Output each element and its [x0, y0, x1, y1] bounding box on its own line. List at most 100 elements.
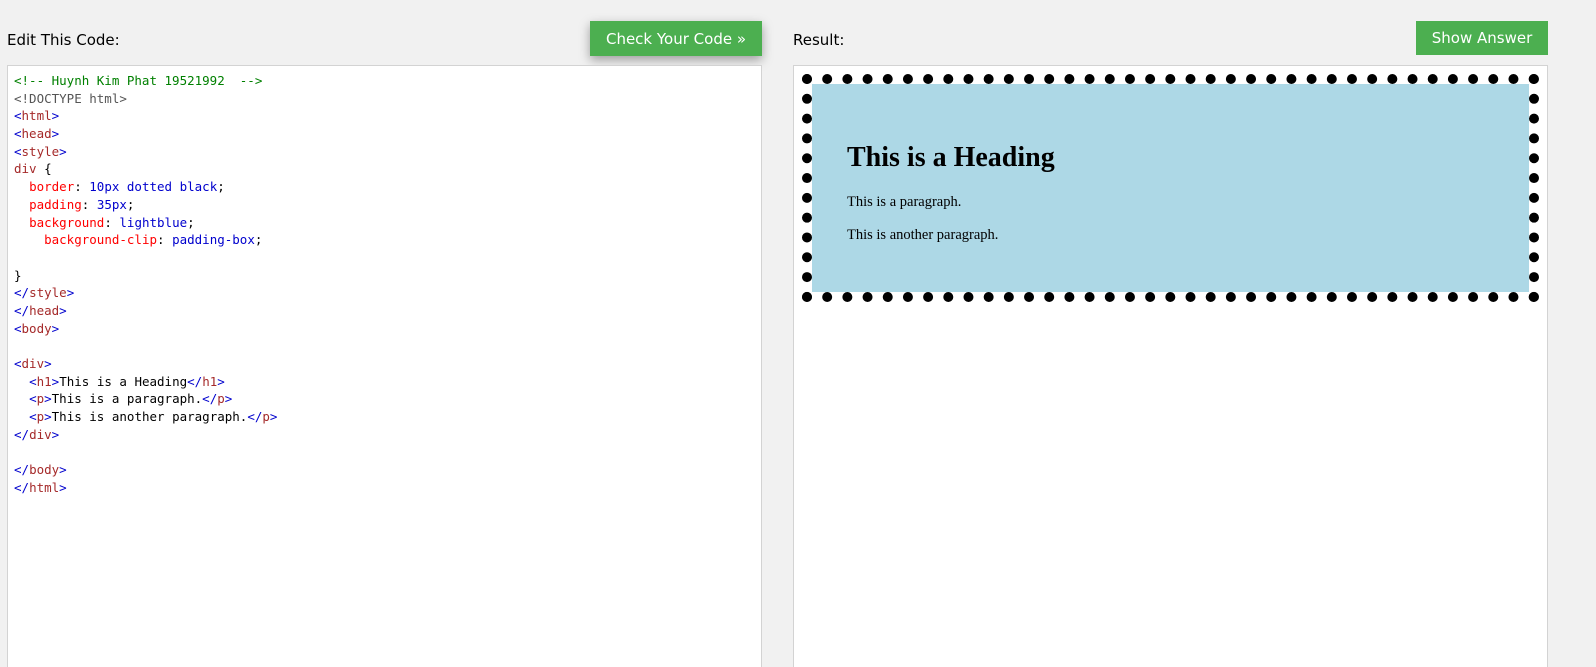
code-token: <	[14, 126, 22, 142]
code-token: This is a Heading	[59, 373, 188, 389]
code-token: }	[14, 267, 22, 283]
code-token: p	[262, 409, 270, 425]
code-token: <	[29, 409, 37, 425]
code-token: ;	[187, 214, 195, 230]
code-token: p	[217, 391, 225, 407]
code-token: {	[36, 161, 52, 177]
code-line: border: 10px dotted black;	[14, 178, 761, 196]
demo-dotted-box: This is a Heading This is a paragraph. T…	[802, 74, 1539, 302]
code-token: </	[14, 462, 30, 478]
code-line: <!DOCTYPE html>	[14, 90, 761, 108]
code-line: </body>	[14, 461, 761, 479]
code-token: border	[29, 179, 75, 195]
code-token: :	[74, 179, 90, 195]
code-token: background-clip	[44, 232, 157, 248]
code-token: lightblue	[119, 214, 188, 230]
code-token: ;	[126, 196, 135, 212]
code-token: :	[104, 214, 120, 230]
result-frame: This is a Heading This is a paragraph. T…	[793, 65, 1548, 667]
code-line: <!-- Huynh Kim Phat 19521992 -->	[14, 72, 761, 90]
code-line: <h1>This is a Heading</h1>	[14, 373, 761, 391]
code-token: :	[81, 196, 97, 212]
code-token: padding-box	[172, 232, 255, 248]
code-token: <	[14, 320, 22, 336]
demo-paragraph: This is a paragraph.	[847, 194, 962, 210]
code-line: <p>This is a paragraph.</p>	[14, 390, 761, 408]
code-line: </style>	[14, 284, 761, 302]
code-token: <	[29, 373, 37, 389]
code-token: :	[157, 232, 173, 248]
code-token: >	[59, 462, 67, 478]
code-token: This is another paragraph.	[51, 409, 248, 425]
edit-code-label: Edit This Code:	[7, 31, 120, 49]
code-token: html	[21, 108, 52, 124]
code-token: h1	[36, 373, 52, 389]
code-token: <!DOCTYPE html>	[14, 90, 127, 106]
code-token: padding	[29, 196, 82, 212]
code-line: </head>	[14, 302, 761, 320]
code-token: >	[51, 320, 60, 336]
show-answer-button[interactable]: Show Answer	[1416, 21, 1548, 55]
code-token: body	[29, 462, 60, 478]
code-token: >	[59, 143, 67, 159]
code-line: <style>	[14, 143, 761, 161]
code-token: div	[29, 426, 52, 442]
code-token: >	[269, 409, 278, 425]
code-token: </	[14, 302, 30, 318]
code-token: >	[51, 126, 60, 142]
code-token: <!-- Huynh Kim Phat 19521992 -->	[14, 73, 263, 88]
code-token: </	[14, 479, 30, 495]
code-token: </	[14, 426, 30, 442]
code-token: <	[14, 108, 22, 124]
demo-heading: This is a Heading	[847, 142, 1055, 173]
code-token: >	[59, 479, 67, 495]
code-line: background-clip: padding-box;	[14, 231, 761, 249]
code-token: head	[29, 302, 60, 318]
code-token: div	[14, 161, 37, 177]
code-line: <p>This is another paragraph.</p>	[14, 408, 761, 426]
code-token: </	[187, 373, 203, 389]
code-line: </div>	[14, 426, 761, 444]
code-token: h1	[202, 373, 218, 389]
code-token: style	[21, 143, 60, 159]
code-line: padding: 35px;	[14, 196, 761, 214]
code-token: 10px dotted black	[89, 179, 218, 195]
check-your-code-button[interactable]: Check Your Code »	[590, 21, 762, 56]
code-line: <body>	[14, 320, 761, 338]
code-token: ;	[254, 232, 263, 248]
code-token: >	[44, 409, 52, 425]
code-line: </html>	[14, 479, 761, 497]
code-token: >	[59, 302, 67, 318]
code-token: <	[14, 356, 22, 371]
code-token: >	[44, 356, 52, 371]
code-editor[interactable]: <!-- Huynh Kim Phat 19521992 --> <!DOCTYP…	[7, 65, 762, 667]
code-token: head	[21, 126, 52, 142]
code-token: >	[44, 391, 52, 407]
tryit-page: Edit This Code: Check Your Code » <!-- H…	[0, 0, 1596, 667]
code-token: 35px	[96, 196, 127, 212]
code-token: </	[14, 285, 30, 301]
code-line: }	[14, 267, 761, 285]
code-line: <html>	[14, 107, 761, 125]
code-token: >	[224, 391, 233, 407]
code-token: body	[21, 320, 52, 336]
code-token: >	[51, 426, 60, 442]
code-token: </	[202, 391, 218, 407]
code-token: p	[36, 391, 45, 407]
code-line: background: lightblue;	[14, 214, 761, 232]
code-token: div	[21, 356, 45, 371]
code-token: <	[14, 143, 22, 159]
code-token: <	[29, 391, 37, 407]
demo-paragraph: This is another paragraph.	[847, 227, 999, 243]
code-token: style	[29, 285, 67, 301]
code-token: p	[36, 409, 45, 425]
